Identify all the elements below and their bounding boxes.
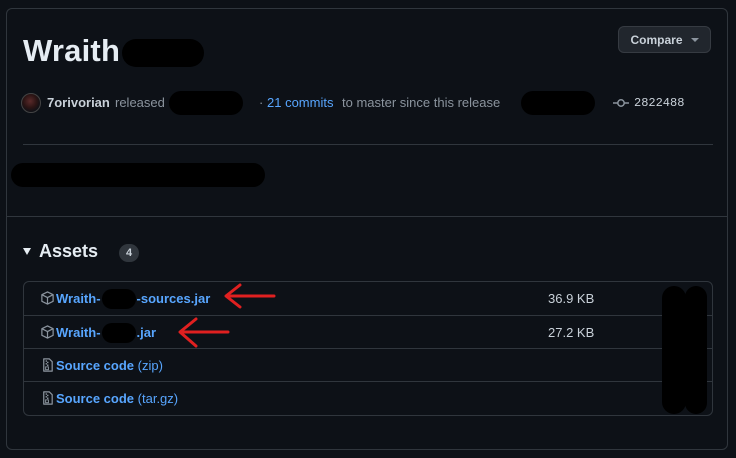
annotation-arrow [178, 317, 230, 348]
divider [7, 216, 727, 217]
release-title: Wraith [23, 33, 121, 68]
asset-row: Wraith- -sources.jar 36.9 KB [24, 282, 712, 315]
assets-list: Wraith- -sources.jar 36.9 KB Wraith- .jar … [23, 281, 713, 416]
avatar[interactable] [21, 93, 41, 113]
assets-toggle[interactable]: Assets [23, 241, 98, 262]
file-zip-icon [43, 358, 53, 372]
redacted-dates [685, 286, 707, 414]
asset-row: Source code (tar.gz) [24, 381, 712, 414]
commits-link[interactable]: 21 commits [267, 95, 333, 110]
asset-size: 36.9 KB [548, 291, 595, 306]
asset-name-suffix: .jar [136, 325, 157, 340]
asset-name-prefix: Wraith- [56, 291, 101, 306]
asset-row: Source code (zip) [24, 348, 712, 381]
source-code-format: (tar.gz) [137, 391, 179, 406]
redacted-version [102, 323, 136, 343]
file-zip-icon [43, 391, 53, 405]
commits-suffix: to master since this release [342, 95, 501, 110]
redacted-description [11, 163, 265, 187]
release-card: Wraith Compare 7orivorian released · 21 … [6, 8, 728, 450]
meta-separator: · [259, 95, 264, 110]
released-text: released [115, 95, 165, 110]
redacted-version [122, 39, 204, 67]
package-icon [41, 325, 54, 339]
redacted-tag [521, 91, 595, 115]
assets-count-badge: 4 [119, 244, 139, 262]
annotation-arrow [224, 283, 276, 309]
asset-name-suffix: -sources.jar [136, 291, 211, 306]
source-code-link[interactable]: Source code (tar.gz) [56, 391, 178, 406]
triangle-down-icon [23, 248, 31, 255]
asset-name-prefix: Wraith- [56, 325, 101, 340]
asset-row: Wraith- .jar 27.2 KB [24, 315, 712, 348]
git-commit-icon [613, 99, 629, 107]
redacted-version [102, 289, 136, 309]
source-code-link[interactable]: Source code (zip) [56, 358, 163, 373]
compare-button[interactable]: Compare [618, 26, 711, 53]
source-code-format: (zip) [137, 358, 163, 373]
commit-sha-link[interactable]: 2822488 [634, 96, 684, 110]
assets-heading: Assets [39, 241, 99, 261]
release-meta: 7orivorian released · 21 commits to mast… [21, 91, 711, 115]
package-icon [41, 291, 54, 305]
chevron-down-icon [690, 37, 699, 42]
compare-label: Compare [630, 32, 683, 47]
source-code-label: Source code [56, 391, 135, 406]
author-link[interactable]: 7orivorian [47, 95, 110, 110]
source-code-label: Source code [56, 358, 135, 373]
redacted-dates [662, 286, 686, 414]
redacted-release-date [169, 91, 243, 115]
asset-size: 27.2 KB [548, 325, 595, 340]
divider [23, 144, 713, 145]
